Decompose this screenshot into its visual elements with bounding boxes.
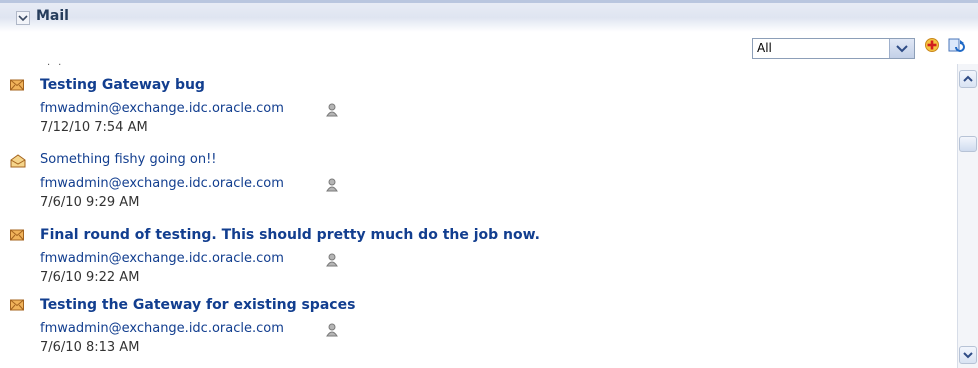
envelope-closed-icon <box>10 299 24 315</box>
message-date: 7/6/10 9:29 AM <box>40 195 140 210</box>
envelope-closed-icon <box>10 79 24 95</box>
refresh-icon[interactable] <box>948 37 966 59</box>
partial-row-marks: ·· <box>47 60 70 71</box>
chevron-down-icon[interactable] <box>889 39 914 58</box>
chevron-down-icon[interactable] <box>16 11 30 25</box>
message-sender[interactable]: fmwadmin@exchange.idc.oracle.com <box>40 321 284 336</box>
list-item[interactable]: Testing Gateway bug fmwadmin@exchange.id… <box>0 75 940 151</box>
message-list: ·· Testing Gateway bug fmwadmin@exchange… <box>0 60 940 368</box>
message-subject[interactable]: Testing Gateway bug <box>40 77 205 93</box>
envelope-open-icon <box>10 154 26 172</box>
message-subject[interactable]: Testing the Gateway for existing spaces <box>40 297 355 313</box>
scroll-up-button[interactable] <box>959 70 977 88</box>
presence-unknown-icon[interactable] <box>326 253 338 271</box>
envelope-closed-icon <box>10 229 24 245</box>
message-subject[interactable]: Final round of testing. This should pret… <box>40 227 540 243</box>
message-date: 7/6/10 9:22 AM <box>40 270 140 285</box>
message-sender[interactable]: fmwadmin@exchange.idc.oracle.com <box>40 101 284 116</box>
header-border <box>0 0 978 3</box>
scroll-thumb[interactable] <box>959 136 977 152</box>
message-sender[interactable]: fmwadmin@exchange.idc.oracle.com <box>40 251 284 266</box>
list-item[interactable]: Something fishy going on!! fmwadmin@exch… <box>0 150 940 226</box>
list-item[interactable]: Testing the Gateway for existing spaces … <box>0 295 940 368</box>
scroll-down-button[interactable] <box>959 346 977 364</box>
message-date: 7/12/10 7:54 AM <box>40 120 148 135</box>
panel-title: Mail <box>36 8 69 24</box>
list-item[interactable]: Final round of testing. This should pret… <box>0 225 940 301</box>
message-date: 7/6/10 8:13 AM <box>40 340 140 355</box>
vertical-scrollbar[interactable] <box>957 64 978 368</box>
filter-select[interactable]: All <box>752 38 915 59</box>
panel-header: Mail <box>0 0 978 32</box>
presence-unknown-icon[interactable] <box>326 323 338 341</box>
filter-value: All <box>757 41 772 55</box>
presence-unknown-icon[interactable] <box>326 103 338 121</box>
message-subject[interactable]: Something fishy going on!! <box>40 152 217 167</box>
message-sender[interactable]: fmwadmin@exchange.idc.oracle.com <box>40 176 284 191</box>
presence-unknown-icon[interactable] <box>326 178 338 196</box>
add-icon[interactable] <box>924 37 940 57</box>
